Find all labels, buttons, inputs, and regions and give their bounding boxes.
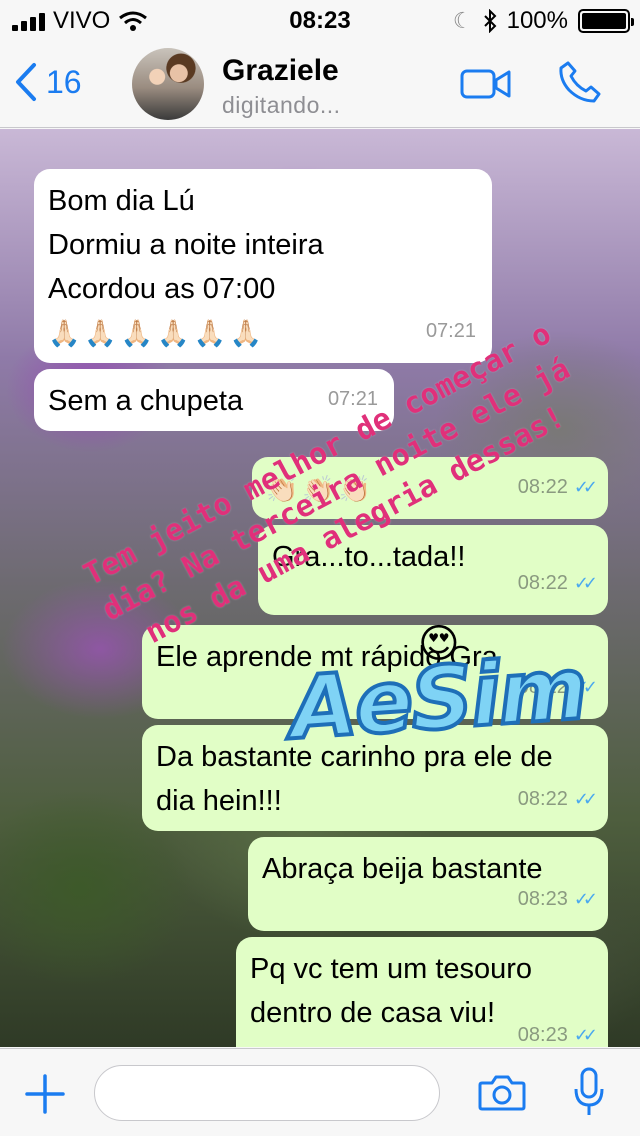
camera-icon[interactable] (478, 1073, 526, 1113)
praying-hands-emoji-row: 🙏🏻🙏🏻🙏🏻🙏🏻🙏🏻🙏🏻 (48, 318, 267, 348)
phone-call-icon[interactable] (558, 60, 602, 104)
contact-avatar[interactable] (132, 48, 204, 120)
status-bar-right: ☾ 100% (452, 7, 634, 35)
contact-status: digitando... (222, 92, 341, 118)
message-time: 08:22 ✓✓ (518, 777, 598, 821)
read-ticks-icon: ✓✓ (573, 1025, 598, 1045)
message-input-bar (0, 1048, 640, 1136)
message-bubble-incoming[interactable]: Sem a chupeta 07:21 (34, 369, 394, 431)
message-line: Dormiu a noite inteira (48, 229, 324, 261)
read-ticks-icon: ✓✓ (573, 477, 598, 497)
chat-area[interactable]: Bom dia Lú Dormiu a noite inteira Acordo… (0, 129, 640, 1047)
battery-percent: 100% (506, 7, 568, 34)
read-ticks-icon: ✓✓ (573, 889, 598, 909)
message-input[interactable] (94, 1065, 440, 1121)
message-time: 08:23 ✓✓ (518, 877, 598, 921)
chevron-left-icon (16, 63, 36, 101)
read-ticks-icon: ✓✓ (573, 789, 598, 809)
message-bubble-outgoing[interactable]: Pq vc tem um tesouro dentro de casa viu!… (236, 937, 608, 1047)
message-line: Bom dia Lú (48, 185, 195, 217)
bluetooth-icon (483, 9, 497, 33)
video-call-icon[interactable] (460, 68, 512, 100)
unread-count: 16 (46, 63, 82, 100)
message-time: 08:23 ✓✓ (518, 1013, 598, 1047)
read-ticks-icon: ✓✓ (573, 573, 598, 593)
status-bar: VIVO 08:23 ☾ 100% (0, 0, 640, 40)
chat-header: 16 Graziele digitando... (0, 40, 640, 128)
message-time: 07:21 (327, 388, 378, 410)
moon-icon: ☾ (452, 8, 473, 33)
microphone-icon[interactable] (572, 1067, 606, 1119)
plus-icon[interactable] (24, 1073, 66, 1115)
message-line: Acordou as 07:00 (48, 273, 276, 305)
message-time: 08:22 ✓✓ (518, 465, 598, 509)
message-bubble-outgoing[interactable]: Abraça beija bastante 08:23 ✓✓ (248, 837, 608, 931)
aesim-sticker: AeSim (285, 637, 591, 761)
back-button[interactable]: 16 (14, 62, 82, 102)
contact-name[interactable]: Graziele (222, 54, 339, 88)
message-time: 08:22 ✓✓ (518, 561, 598, 605)
message-time: 07:21 (425, 320, 476, 342)
message-bubble-incoming[interactable]: Bom dia Lú Dormiu a noite inteira Acordo… (34, 169, 492, 363)
message-bubble-outgoing[interactable]: 👏🏻👏🏻👏🏻 08:22 ✓✓ (252, 457, 608, 519)
battery-icon (578, 9, 634, 33)
message-bubble-outgoing[interactable]: Gra...to...tada!! 08:22 ✓✓ (258, 525, 608, 615)
